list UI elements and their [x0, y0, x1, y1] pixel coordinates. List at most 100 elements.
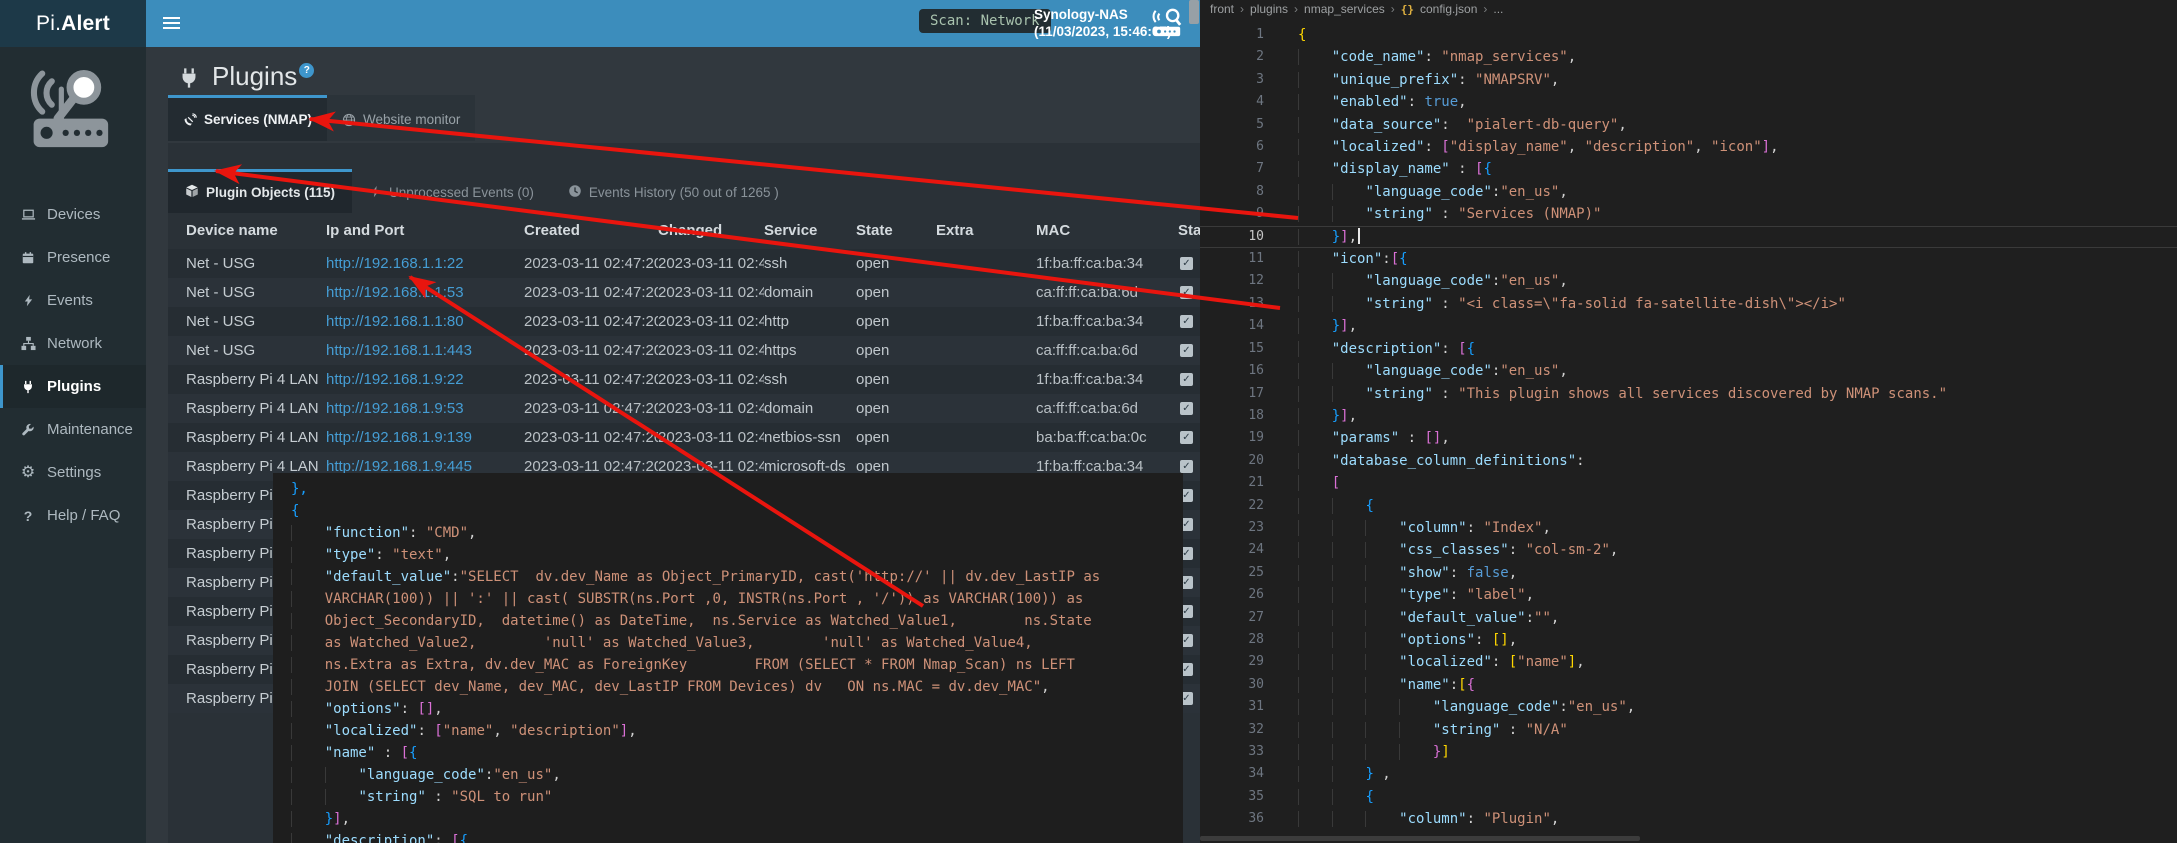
token: [: [1391, 251, 1399, 267]
indent-guide: [1298, 296, 1332, 312]
scrollbar-thumb[interactable]: [1189, 0, 1199, 24]
cell-changed: 2023-03-11 02:47:20: [658, 278, 764, 307]
indent-guide: [1332, 520, 1366, 536]
token: "language_code": [1365, 273, 1491, 289]
column-header-ip-and-port[interactable]: Ip and Port: [326, 213, 524, 249]
token: ,: [1509, 565, 1517, 581]
subtab-unprocessed-events-0[interactable]: Unprocessed Events (0): [352, 169, 551, 213]
code-line: }],: [291, 808, 1183, 830]
token: "en_us": [493, 767, 552, 783]
token: }: [325, 811, 333, 827]
breadcrumb-item[interactable]: plugins: [1250, 2, 1288, 16]
token: {: [1467, 341, 1475, 357]
token: "enabled": [1332, 94, 1408, 110]
table-row[interactable]: Net - USGhttp://192.168.1.1:4432023-03-1…: [168, 336, 1200, 365]
column-header-created[interactable]: Created: [524, 213, 658, 249]
sidebar-item-label: Settings: [47, 464, 101, 481]
indent-guide: [1332, 363, 1366, 379]
tab-services-nmap[interactable]: Services (NMAP): [168, 95, 327, 141]
token: "Services (NMAP)": [1458, 206, 1601, 222]
token: "type": [325, 547, 376, 563]
cell-created: 2023-03-11 02:47:20: [524, 394, 658, 423]
column-header-mac[interactable]: MAC: [1036, 213, 1178, 249]
ip-port-link[interactable]: http://192.168.1.1:443: [326, 342, 472, 359]
table-row[interactable]: Net - USGhttp://192.168.1.1:802023-03-11…: [168, 307, 1200, 336]
indent-guide: [1332, 789, 1366, 805]
indent-guide: [1365, 520, 1399, 536]
left-pane-scrollbar[interactable]: [1188, 0, 1200, 843]
token: "language_code": [1433, 699, 1559, 715]
code-text: }],: [291, 808, 350, 830]
app-logo[interactable]: Pi.Alert: [0, 0, 146, 47]
column-header-device-name[interactable]: Device name: [168, 213, 326, 249]
token: :: [375, 547, 392, 563]
sidebar-toggle-button[interactable]: [163, 16, 181, 32]
line-number: 10: [1200, 226, 1278, 248]
cell-device-name: Net - USG: [168, 278, 326, 307]
token: "database_column_definitions": [1332, 453, 1576, 469]
code-editor[interactable]: front›plugins›nmap_services›{}config.jso…: [1200, 0, 2177, 843]
cell-mac: ca:ff:ff:ca:ba:6d: [1036, 336, 1178, 365]
code-line: "type": "text",: [291, 544, 1183, 566]
sidebar-item-settings[interactable]: ⚙Settings: [0, 451, 146, 494]
editor-horizontal-scrollbar[interactable]: [1200, 836, 1640, 841]
indent-guide: [1298, 542, 1332, 558]
subtab-plugin-objects-115[interactable]: Plugin Objects (115): [168, 169, 352, 213]
indent-guide: [291, 525, 325, 541]
column-header-extra[interactable]: Extra: [936, 213, 1036, 249]
top-navbar: Pi.Alert Scan: Network Synology-NAS (11/…: [0, 0, 1200, 47]
code-text: "data_source": "pialert-db-query",: [1278, 114, 1627, 136]
table-row[interactable]: Raspberry Pi 4 LANhttp://192.168.1.9:532…: [168, 394, 1200, 423]
indent-guide: [1365, 699, 1399, 715]
sidebar-item-devices[interactable]: Devices: [0, 193, 146, 236]
sidebar-item-events[interactable]: Events: [0, 279, 146, 322]
indent-guide: [1298, 94, 1332, 110]
code-text: {: [1278, 24, 1306, 46]
breadcrumb-item[interactable]: front: [1210, 2, 1234, 16]
cell-extra: [936, 336, 1036, 365]
table-row[interactable]: Raspberry Pi 4 LANhttp://192.168.1.9:139…: [168, 423, 1200, 452]
token: as Watched_Value2, 'null' as Watched_Val…: [325, 635, 1033, 651]
token: :: [1408, 94, 1425, 110]
column-header-state[interactable]: State: [856, 213, 936, 249]
code-text: "language_code":"en_us",: [1278, 181, 1568, 203]
ip-port-link[interactable]: http://192.168.1.1:22: [326, 255, 464, 272]
indent-guide: [1332, 632, 1366, 648]
subtab-events-history-50-out-of-1265[interactable]: Events History (50 out of 1265 ): [551, 169, 796, 213]
sidebar-item-help-faq[interactable]: ?Help / FAQ: [0, 494, 146, 537]
indent-guide: [1298, 341, 1332, 357]
ip-port-link[interactable]: http://192.168.1.9:22: [326, 371, 464, 388]
ip-port-link[interactable]: http://192.168.1.1:80: [326, 313, 464, 330]
line-number: 26: [1200, 584, 1278, 606]
breadcrumb-item[interactable]: ...: [1493, 2, 1503, 16]
ip-port-link[interactable]: http://192.168.1.9:139: [326, 429, 472, 446]
indent-guide: [1332, 273, 1366, 289]
line-number: 15: [1200, 338, 1278, 360]
help-badge[interactable]: ?: [299, 63, 314, 78]
token: }: [1332, 408, 1340, 424]
table-row[interactable]: Raspberry Pi 4 LANhttp://192.168.1.9:222…: [168, 365, 1200, 394]
token: "label": [1467, 587, 1526, 603]
token: ,: [1551, 811, 1559, 827]
breadcrumb-item[interactable]: config.json: [1420, 2, 1477, 16]
table-row[interactable]: Net - USGhttp://192.168.1.1:53 2023-03-11…: [168, 278, 1200, 307]
cell-ip-port: http://192.168.1.1:443: [326, 336, 524, 365]
tab-website-monitor[interactable]: Website monitor: [327, 95, 475, 141]
sidebar-item-presence[interactable]: Presence: [0, 236, 146, 279]
indent-guide: [291, 679, 325, 695]
ip-port-link[interactable]: http://192.168.1.9:53: [326, 400, 464, 417]
indent-guide: [1298, 251, 1332, 267]
line-number: 33: [1200, 741, 1278, 763]
table-row[interactable]: Net - USGhttp://192.168.1.1:222023-03-11…: [168, 249, 1200, 278]
sidebar-item-maintenance[interactable]: Maintenance: [0, 408, 146, 451]
column-header-changed[interactable]: Changed: [658, 213, 764, 249]
sidebar-item-network[interactable]: Network: [0, 322, 146, 365]
ip-port-link[interactable]: http://192.168.1.1:53: [326, 284, 464, 301]
token: [: [401, 745, 409, 761]
brand-alert: Alert: [61, 12, 110, 35]
breadcrumb-item[interactable]: nmap_services: [1304, 2, 1385, 16]
code-text: "column": "Index",: [1278, 517, 1551, 539]
sidebar-item-plugins[interactable]: Plugins: [0, 365, 146, 408]
column-header-service[interactable]: Service: [764, 213, 856, 249]
code-text: "string" : "Services (NMAP)": [1278, 203, 1601, 225]
